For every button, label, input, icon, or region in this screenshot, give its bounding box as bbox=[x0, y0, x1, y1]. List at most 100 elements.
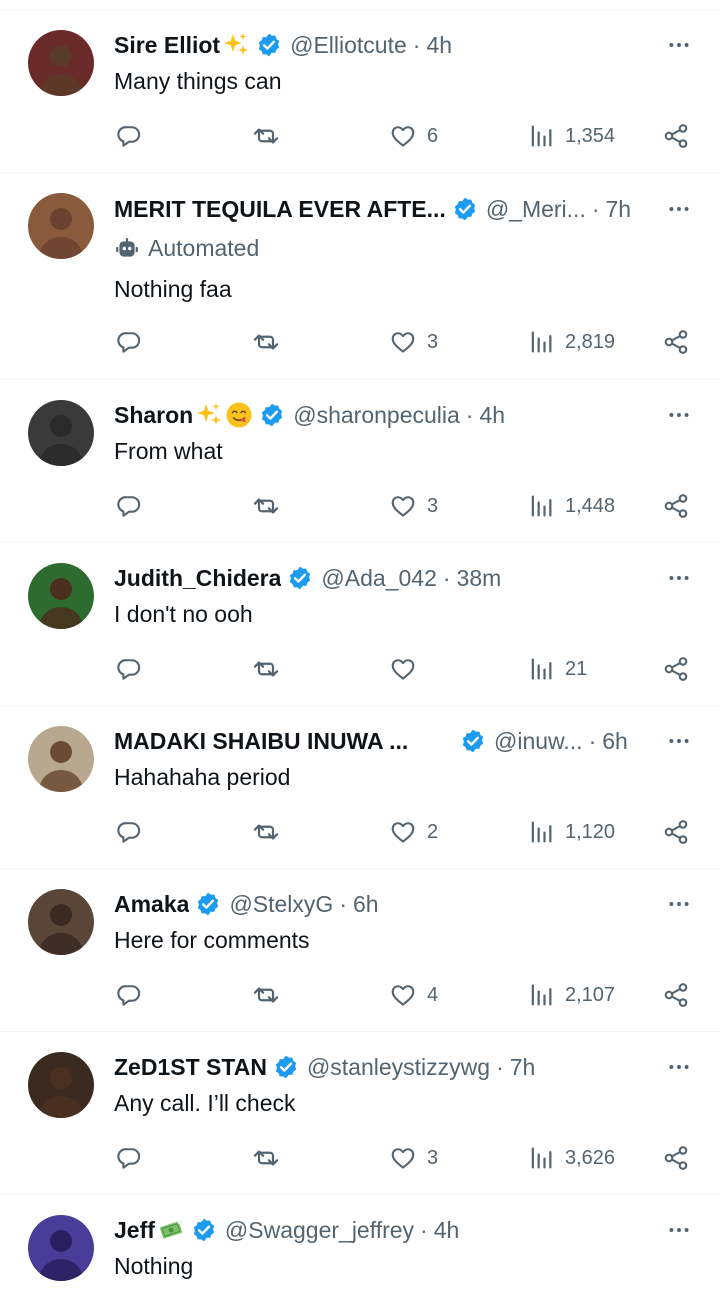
user-handle[interactable]: @_Meri... bbox=[486, 196, 586, 223]
avatar[interactable] bbox=[28, 193, 94, 259]
verified-badge-icon bbox=[262, 403, 283, 427]
user-handle[interactable]: @stanleystizzywg bbox=[307, 1054, 490, 1081]
retweet-button[interactable] bbox=[252, 488, 280, 524]
views-button[interactable]: 1,448 bbox=[527, 488, 615, 524]
like-button[interactable]: 3 bbox=[389, 1140, 438, 1176]
avatar[interactable] bbox=[28, 726, 94, 792]
user-handle[interactable]: @sharonpeculia bbox=[293, 402, 460, 429]
user-handle[interactable]: @Swagger_jeffrey bbox=[225, 1217, 414, 1244]
views-button[interactable]: 3,626 bbox=[527, 1140, 615, 1176]
reply-button[interactable] bbox=[115, 488, 143, 524]
avatar[interactable] bbox=[28, 563, 94, 629]
heart-icon bbox=[389, 981, 417, 1009]
reply-button[interactable] bbox=[115, 1140, 143, 1176]
reply-button[interactable] bbox=[115, 118, 143, 154]
retweet-button[interactable] bbox=[252, 977, 280, 1013]
display-name[interactable]: Jeff bbox=[114, 1217, 155, 1244]
retweet-button[interactable] bbox=[252, 814, 280, 850]
more-options-icon[interactable] bbox=[664, 889, 694, 919]
user-handle[interactable]: @StelxyG bbox=[229, 891, 333, 918]
like-button[interactable]: 2 bbox=[389, 814, 438, 850]
avatar[interactable] bbox=[28, 889, 94, 955]
views-button[interactable]: 1,120 bbox=[527, 814, 615, 850]
verified-badge-icon bbox=[454, 197, 475, 221]
avatar[interactable] bbox=[28, 400, 94, 466]
reply-icon bbox=[115, 1144, 143, 1172]
timestamp[interactable]: 4h bbox=[426, 32, 452, 59]
more-options-icon[interactable] bbox=[664, 400, 694, 430]
more-options-icon[interactable] bbox=[664, 1052, 694, 1082]
views-button[interactable]: 2,819 bbox=[527, 324, 615, 360]
reply-button[interactable] bbox=[115, 977, 143, 1013]
timestamp[interactable]: 6h bbox=[602, 728, 628, 755]
retweet-button[interactable] bbox=[252, 118, 280, 154]
avatar[interactable] bbox=[28, 1215, 94, 1281]
retweet-icon bbox=[252, 981, 280, 1009]
share-button[interactable] bbox=[662, 1140, 690, 1176]
avatar[interactable] bbox=[28, 30, 94, 96]
share-button[interactable] bbox=[662, 118, 690, 154]
reply-tweet[interactable]: Sire Elliot @Elliotcute · 4h Many things can… bbox=[0, 10, 720, 173]
display-name[interactable]: ZeD1ST STAN bbox=[114, 1054, 267, 1081]
timestamp[interactable]: 4h bbox=[434, 1217, 460, 1244]
retweet-button[interactable] bbox=[252, 651, 280, 687]
more-options-icon[interactable] bbox=[664, 30, 694, 60]
reply-tweet[interactable]: MADAKI SHAIBU INUWA ... @inuw... · 6h Hahaha… bbox=[0, 706, 720, 869]
timestamp[interactable]: 4h bbox=[479, 402, 505, 429]
share-button[interactable] bbox=[662, 324, 690, 360]
tweet-text: Nothing faa bbox=[114, 276, 232, 302]
like-button[interactable] bbox=[389, 651, 417, 687]
more-options-icon[interactable] bbox=[664, 194, 694, 224]
retweet-icon bbox=[252, 818, 280, 846]
user-handle[interactable]: @Elliotcute bbox=[290, 32, 407, 59]
tweet-header: MADAKI SHAIBU INUWA ... @inuw... · 6h bbox=[114, 726, 720, 756]
views-button[interactable]: 21 bbox=[527, 651, 587, 687]
share-button[interactable] bbox=[662, 814, 690, 850]
like-button[interactable]: 4 bbox=[389, 977, 438, 1013]
more-options-icon[interactable] bbox=[664, 1215, 694, 1245]
more-options-icon[interactable] bbox=[664, 726, 694, 756]
display-name[interactable]: Sire Elliot bbox=[114, 32, 220, 59]
tweet-header: Sharon @sharonpeculia · 4h bbox=[114, 400, 720, 430]
timestamp[interactable]: 38m bbox=[457, 565, 502, 592]
reply-icon bbox=[115, 981, 143, 1009]
timestamp[interactable]: 7h bbox=[606, 196, 632, 223]
reply-tweet[interactable]: MERIT TEQUILA EVER AFTE... @_Meri... · 7h Au… bbox=[0, 173, 720, 380]
separator-dot: · bbox=[339, 890, 347, 917]
heart-icon bbox=[389, 1144, 417, 1172]
user-handle[interactable]: @Ada_042 bbox=[321, 565, 436, 592]
display-name[interactable]: Judith_Chidera bbox=[114, 565, 281, 592]
user-handle[interactable]: @inuw... bbox=[494, 728, 583, 755]
share-button[interactable] bbox=[662, 488, 690, 524]
reply-tweet[interactable]: Jeff @Swagger_jeffrey · 4h Nothing bbox=[0, 1195, 720, 1303]
reply-tweet[interactable]: Judith_Chidera @Ada_042 · 38m I don't no ooh… bbox=[0, 543, 720, 706]
display-name[interactable]: MADAKI SHAIBU INUWA ... bbox=[114, 728, 454, 755]
display-name[interactable]: MERIT TEQUILA EVER AFTE... bbox=[114, 196, 446, 223]
reply-tweet[interactable]: Sharon @sharonpeculia · 4h From what 3 1,448 bbox=[0, 380, 720, 543]
avatar[interactable] bbox=[28, 1052, 94, 1118]
more-options-icon[interactable] bbox=[664, 563, 694, 593]
views-button[interactable]: 2,107 bbox=[527, 977, 615, 1013]
automated-text: Automated bbox=[148, 235, 260, 261]
share-icon bbox=[662, 328, 690, 356]
share-button[interactable] bbox=[662, 651, 690, 687]
like-button[interactable]: 3 bbox=[389, 324, 438, 360]
separator-dot: · bbox=[496, 1053, 504, 1080]
separator-dot: · bbox=[442, 564, 451, 591]
reply-button[interactable] bbox=[115, 651, 143, 687]
reply-button[interactable] bbox=[115, 324, 143, 360]
retweet-button[interactable] bbox=[252, 324, 280, 360]
retweet-button[interactable] bbox=[252, 1140, 280, 1176]
like-button[interactable]: 6 bbox=[389, 118, 438, 154]
reply-tweet[interactable]: ZeD1ST STAN @stanleystizzywg · 7h Any call. … bbox=[0, 1032, 720, 1195]
reply-button[interactable] bbox=[115, 814, 143, 850]
timestamp[interactable]: 7h bbox=[510, 1054, 536, 1081]
timestamp[interactable]: 6h bbox=[353, 891, 379, 918]
share-button[interactable] bbox=[662, 977, 690, 1013]
reply-tweet[interactable]: Amaka @StelxyG · 6h Here for comments 4 2,107 bbox=[0, 869, 720, 1032]
views-count: 2,819 bbox=[565, 330, 616, 353]
views-button[interactable]: 1,354 bbox=[527, 118, 615, 154]
display-name[interactable]: Sharon bbox=[114, 402, 193, 429]
like-button[interactable]: 3 bbox=[389, 488, 438, 524]
display-name[interactable]: Amaka bbox=[114, 891, 189, 918]
